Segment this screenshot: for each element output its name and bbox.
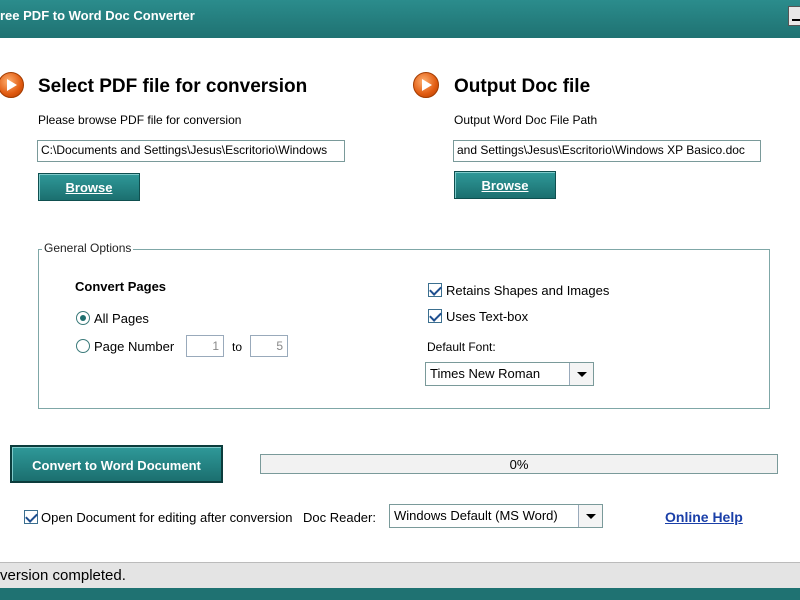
uses-textbox-checkbox[interactable] <box>428 309 442 323</box>
browse-pdf-button[interactable]: Browse <box>38 173 140 201</box>
chevron-down-icon[interactable] <box>569 363 593 385</box>
all-pages-label[interactable]: All Pages <box>94 311 149 326</box>
page-number-label[interactable]: Page Number <box>94 339 174 354</box>
browse-doc-button[interactable]: Browse <box>454 171 556 199</box>
status-text: version completed. <box>0 567 126 584</box>
bottom-border <box>0 588 800 600</box>
output-section-heading: Output Doc file <box>454 76 591 97</box>
to-label: to <box>232 340 243 354</box>
doc-path-input[interactable]: and Settings\Jesus\Escritorio\Windows XP… <box>453 140 761 162</box>
default-font-value: Times New Roman <box>430 366 541 381</box>
chevron-down-icon[interactable] <box>578 505 602 527</box>
retains-shapes-label[interactable]: Retains Shapes and Images <box>446 283 609 298</box>
doc-reader-label: Doc Reader: <box>303 510 376 525</box>
page-to-input[interactable]: 5 <box>250 335 288 357</box>
conversion-progress-bar: 0% <box>260 454 778 474</box>
window-title: ree PDF to Word Doc Converter <box>0 8 195 23</box>
pdf-path-input[interactable]: C:\Documents and Settings\Jesus\Escritor… <box>37 140 345 162</box>
status-bar: version completed. <box>0 562 800 588</box>
play-arrow-icon <box>413 72 439 98</box>
open-after-conversion-checkbox[interactable] <box>24 510 38 524</box>
convert-pages-label: Convert Pages <box>75 279 167 294</box>
all-pages-radio[interactable] <box>76 311 90 325</box>
doc-reader-select[interactable]: Windows Default (MS Word) <box>389 504 603 528</box>
play-arrow-icon <box>0 72 24 98</box>
input-section-heading: Select PDF file for conversion <box>38 76 308 97</box>
open-after-conversion-label[interactable]: Open Document for editing after conversi… <box>41 510 292 525</box>
default-font-label: Default Font: <box>427 340 496 354</box>
default-font-select[interactable]: Times New Roman <box>425 362 594 386</box>
retains-shapes-checkbox[interactable] <box>428 283 442 297</box>
input-instruction: Please browse PDF file for conversion <box>38 113 242 127</box>
browse-doc-label: Browse <box>481 178 529 193</box>
convert-to-word-button[interactable]: Convert to Word Document <box>10 445 223 483</box>
page-from-input[interactable]: 1 <box>186 335 224 357</box>
output-instruction: Output Word Doc File Path <box>454 113 598 127</box>
page-number-radio[interactable] <box>76 339 90 353</box>
general-options-group <box>38 249 770 409</box>
online-help-link[interactable]: Online Help <box>665 509 743 525</box>
title-bar[interactable]: ree PDF to Word Doc Converter <box>0 0 800 38</box>
doc-reader-value: Windows Default (MS Word) <box>394 508 558 523</box>
uses-textbox-label[interactable]: Uses Text-box <box>446 309 528 324</box>
minimize-button[interactable] <box>788 6 800 26</box>
general-options-title: General Options <box>42 241 134 255</box>
browse-pdf-label: Browse <box>65 180 113 195</box>
progress-text: 0% <box>509 457 529 472</box>
